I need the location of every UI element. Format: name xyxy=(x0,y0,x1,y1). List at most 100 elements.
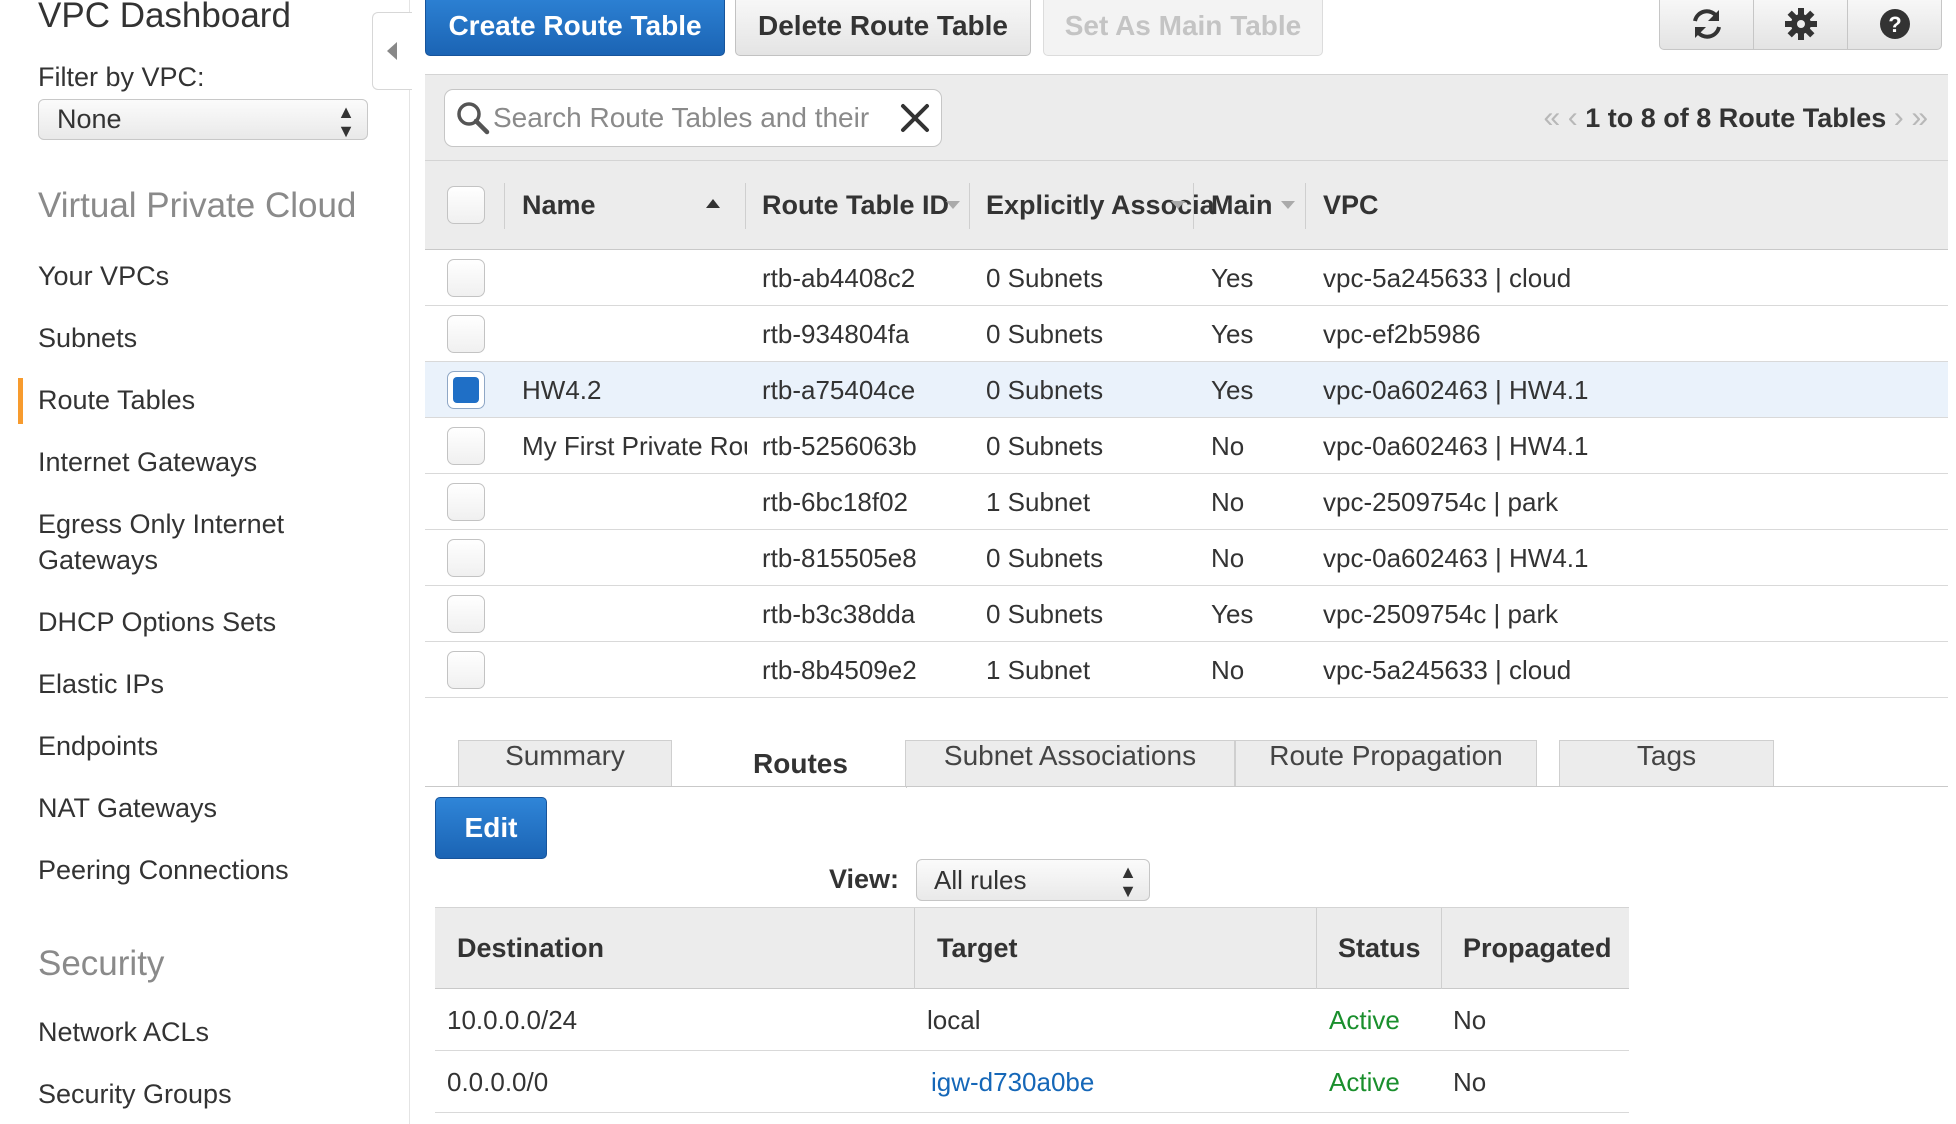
sidebar-item-nat-gateways[interactable]: NAT Gateways xyxy=(38,790,217,826)
table-row[interactable]: rtb-6bc18f02 1 Subnet No vpc-2509754c | … xyxy=(425,474,1948,530)
collapse-sidebar-button[interactable] xyxy=(372,12,412,90)
vpc-filter-value: None xyxy=(57,104,122,134)
settings-button[interactable] xyxy=(1753,0,1848,50)
table-row[interactable]: rtb-815505e8 0 Subnets No vpc-0a602463 |… xyxy=(425,530,1948,586)
vpc-filter-select[interactable]: None ▲ ▼ xyxy=(38,99,368,141)
route-status: Active xyxy=(1329,1067,1400,1097)
row-checkbox[interactable] xyxy=(447,651,485,689)
row-checkbox-checked[interactable] xyxy=(447,371,485,409)
set-as-main-table-button[interactable]: Set As Main Table xyxy=(1043,0,1323,56)
route-table-associations: 0 Subnets xyxy=(986,599,1104,629)
sidebar-item-internet-gateways[interactable]: Internet Gateways xyxy=(38,444,257,480)
route-table-vpc: vpc-5a245633 | cloud xyxy=(1323,263,1572,293)
tab-subnet-associations[interactable]: Subnet Associations xyxy=(905,740,1235,787)
row-checkbox[interactable] xyxy=(447,539,485,577)
view-rules-select[interactable]: All rules ▲ ▼ xyxy=(916,859,1150,901)
tab-route-propagation[interactable]: Route Propagation xyxy=(1235,740,1537,787)
route-target-link[interactable]: igw-d730a0be xyxy=(931,1051,1094,1113)
sidebar-item-dhcp-options[interactable]: DHCP Options Sets xyxy=(38,604,276,640)
sidebar-item-network-acls[interactable]: Network ACLs xyxy=(38,1014,209,1050)
column-divider xyxy=(504,183,505,229)
table-row[interactable]: rtb-ab4408c2 0 Subnets Yes vpc-5a245633 … xyxy=(425,250,1948,306)
table-row-selected[interactable]: HW4.2 rtb-a75404ce 0 Subnets Yes vpc-0a6… xyxy=(425,362,1948,418)
first-page-icon[interactable]: « xyxy=(1544,101,1561,134)
route-destination: 10.0.0.0/24 xyxy=(447,1005,578,1035)
help-icon: ? xyxy=(1880,9,1910,39)
tab-routes[interactable]: Routes xyxy=(695,740,907,788)
route-table-id: rtb-815505e8 xyxy=(762,543,917,573)
row-checkbox[interactable] xyxy=(447,595,485,633)
table-row[interactable]: rtb-b3c38dda 0 Subnets Yes vpc-2509754c … xyxy=(425,586,1948,642)
route-target: local xyxy=(927,1005,981,1035)
filter-by-vpc-label: Filter by VPC: xyxy=(38,62,205,92)
refresh-button[interactable] xyxy=(1659,0,1754,50)
route-table-associations: 1 Subnet xyxy=(986,655,1091,685)
delete-route-table-button[interactable]: Delete Route Table xyxy=(735,0,1031,56)
edit-routes-button[interactable]: Edit xyxy=(435,797,547,859)
row-checkbox[interactable] xyxy=(447,483,485,521)
column-divider xyxy=(969,183,970,229)
column-header-propagated[interactable]: Propagated xyxy=(1463,908,1612,989)
dashboard-title[interactable]: VPC Dashboard xyxy=(38,0,291,36)
route-row: 10.0.0.0/24 local Active No xyxy=(435,989,1629,1051)
sidebar-item-subnets[interactable]: Subnets xyxy=(38,320,137,356)
route-table-vpc: vpc-ef2b5986 xyxy=(1323,319,1481,349)
column-header-vpc[interactable]: VPC xyxy=(1323,161,1379,250)
chevron-left-icon xyxy=(387,42,397,60)
tab-summary[interactable]: Summary xyxy=(458,740,672,787)
sidebar-item-elastic-ips[interactable]: Elastic IPs xyxy=(38,666,164,702)
sidebar-item-security-groups[interactable]: Security Groups xyxy=(38,1076,232,1112)
route-table-main: No xyxy=(1211,487,1245,517)
pagination-text: 1 to 8 of 8 Route Tables xyxy=(1585,103,1887,133)
sort-ascending-icon[interactable] xyxy=(706,199,720,208)
search-input[interactable] xyxy=(493,98,893,138)
help-button[interactable]: ? xyxy=(1847,0,1942,50)
clear-search-icon[interactable] xyxy=(899,102,931,134)
route-table-associations: 1 Subnet xyxy=(986,487,1091,517)
create-route-table-button[interactable]: Create Route Table xyxy=(425,0,725,56)
row-checkbox[interactable] xyxy=(447,259,485,297)
next-page-icon[interactable]: › xyxy=(1894,101,1904,134)
column-divider xyxy=(914,908,915,989)
table-row[interactable]: rtb-8b4509e2 1 Subnet No vpc-5a245633 | … xyxy=(425,642,1948,698)
sort-icon[interactable] xyxy=(1281,201,1295,209)
row-checkbox[interactable] xyxy=(447,315,485,353)
refresh-icon xyxy=(1693,9,1721,39)
sidebar-item-your-vpcs[interactable]: Your VPCs xyxy=(38,258,169,294)
route-table-id: rtb-a75404ce xyxy=(762,375,916,405)
column-divider xyxy=(745,183,746,229)
column-header-target[interactable]: Target xyxy=(937,908,1018,989)
route-table-id: rtb-6bc18f02 xyxy=(762,487,908,517)
tab-tags[interactable]: Tags xyxy=(1559,740,1774,787)
route-table-id: rtb-ab4408c2 xyxy=(762,263,916,293)
column-header-main[interactable]: Main xyxy=(1211,161,1273,250)
sort-icon[interactable] xyxy=(1171,201,1185,209)
column-divider xyxy=(1316,908,1317,989)
sidebar-item-endpoints[interactable]: Endpoints xyxy=(38,728,158,764)
column-header-status[interactable]: Status xyxy=(1338,908,1421,989)
sidebar-item-route-tables[interactable]: Route Tables xyxy=(38,382,195,418)
sort-icon[interactable] xyxy=(946,201,960,209)
table-row[interactable]: rtb-934804fa 0 Subnets Yes vpc-ef2b5986 xyxy=(425,306,1948,362)
route-tables-header: Name Route Table ID Explicitly Associat … xyxy=(425,160,1948,250)
route-table-associations: 0 Subnets xyxy=(986,543,1104,573)
route-status: Active xyxy=(1329,1005,1400,1035)
tabs-divider xyxy=(425,786,1948,787)
prev-page-icon[interactable]: ‹ xyxy=(1568,101,1578,134)
route-table-main: Yes xyxy=(1211,319,1254,349)
sidebar-item-egress-only-gateways[interactable]: Egress Only Internet xyxy=(38,506,284,542)
column-header-route-table-id[interactable]: Route Table ID xyxy=(762,161,949,250)
table-row[interactable]: My First Private Route T rtb-5256063b 0 … xyxy=(425,418,1948,474)
route-table-id: rtb-b3c38dda xyxy=(762,599,916,629)
last-page-icon[interactable]: » xyxy=(1911,101,1928,134)
select-all-checkbox[interactable] xyxy=(447,186,485,224)
sidebar-item-egress-only-gateways-line2[interactable]: Gateways xyxy=(38,542,158,578)
column-header-destination[interactable]: Destination xyxy=(457,908,604,989)
column-header-name[interactable]: Name xyxy=(522,161,596,250)
route-table-name: My First Private Route T xyxy=(522,431,747,461)
column-divider xyxy=(1441,908,1442,989)
row-checkbox[interactable] xyxy=(447,427,485,465)
sidebar-item-peering-connections[interactable]: Peering Connections xyxy=(38,852,289,888)
section-title-vpc: Virtual Private Cloud xyxy=(38,186,357,225)
search-box[interactable] xyxy=(444,89,942,147)
